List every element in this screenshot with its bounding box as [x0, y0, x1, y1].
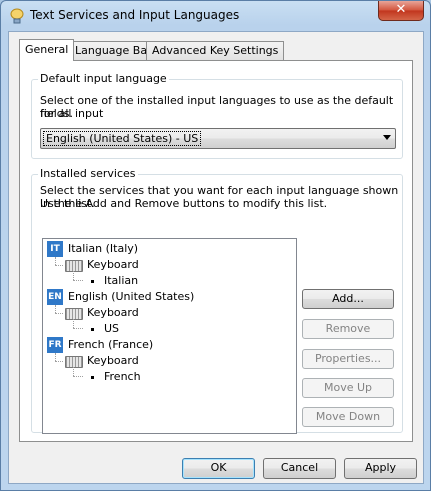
bullet-icon	[91, 376, 94, 379]
language-badge-icon: FR	[47, 337, 63, 353]
service-label: French	[104, 370, 141, 383]
group-title: Default input language	[38, 72, 169, 85]
category-label: Keyboard	[87, 306, 139, 319]
close-button[interactable]: ✕	[378, 1, 424, 21]
language-name: French (France)	[68, 338, 154, 351]
ok-button[interactable]: OK	[182, 458, 255, 479]
keyboard-icon	[65, 356, 83, 368]
group-title: Installed services	[38, 167, 138, 180]
properties-button[interactable]: Properties...	[302, 349, 394, 369]
dialog-window: Text Services and Input Languages ✕ Gene…	[0, 0, 431, 491]
language-badge-icon: IT	[47, 241, 63, 257]
apply-button[interactable]: Apply	[344, 458, 417, 479]
text-services-icon	[10, 8, 24, 24]
tab-advanced-key-settings[interactable]: Advanced Key Settings	[146, 41, 285, 60]
language-name: Italian (Italy)	[68, 242, 139, 255]
service-label: US	[104, 322, 120, 335]
tab-general[interactable]: General	[19, 39, 75, 61]
window-title: Text Services and Input Languages	[30, 8, 240, 22]
tab-language-bar[interactable]: Language Bar	[69, 41, 158, 60]
service-label: Italian	[104, 274, 139, 287]
category-label: Keyboard	[87, 354, 139, 367]
chevron-down-icon	[383, 135, 391, 140]
bullet-icon	[91, 328, 94, 331]
remove-button[interactable]: Remove	[302, 319, 394, 339]
dialog-client: General Language Bar Advanced Key Settin…	[8, 31, 424, 484]
add-button[interactable]: Add...	[302, 289, 394, 309]
category-label: Keyboard	[87, 258, 139, 271]
move-down-button[interactable]: Move Down	[302, 407, 394, 427]
keyboard-icon	[65, 260, 83, 272]
installed-services-tree[interactable]: IT Italian (Italy) Keyboard Italian EN E…	[42, 238, 297, 434]
description-text: fields.	[40, 107, 73, 120]
tab-panel-general: Default input language Select one of the…	[19, 60, 413, 442]
move-up-button[interactable]: Move Up	[302, 378, 394, 398]
installed-services-group: Installed services Select the services t…	[31, 167, 403, 434]
language-name: English (United States)	[68, 290, 195, 303]
description-text: Use the Add and Remove buttons to modify…	[40, 197, 328, 210]
dropdown-value: English (United States) - US	[43, 131, 202, 146]
language-badge-icon: EN	[47, 289, 63, 305]
title-bar[interactable]: Text Services and Input Languages ✕	[1, 1, 430, 31]
keyboard-icon	[65, 308, 83, 320]
description-text: Select one of the installed input langua…	[40, 94, 394, 120]
default-language-dropdown[interactable]: English (United States) - US	[40, 128, 396, 149]
bullet-icon	[91, 280, 94, 283]
close-icon: ✕	[395, 2, 407, 17]
cancel-button[interactable]: Cancel	[263, 458, 336, 479]
default-input-language-group: Default input language Select one of the…	[31, 72, 403, 159]
